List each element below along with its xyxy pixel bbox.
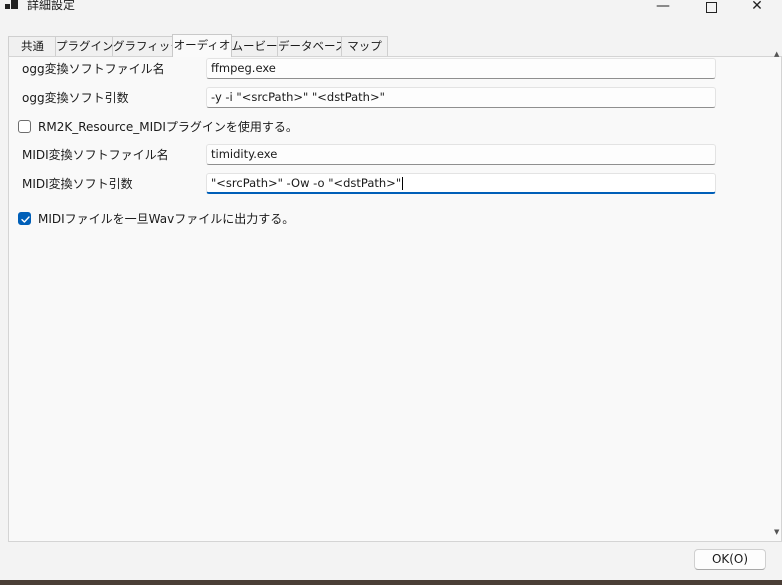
tab-graphic[interactable]: グラフィック xyxy=(112,36,182,57)
midi-args-label: MIDI変換ソフト引数 xyxy=(22,177,133,191)
tab-movie[interactable]: ムービー xyxy=(230,36,279,57)
rm2k-plugin-label[interactable]: RM2K_Resource_MIDIプラグインを使用する。 xyxy=(38,119,298,135)
ogg-exe-field[interactable]: ffmpeg.exe xyxy=(206,58,716,79)
checkmark-icon xyxy=(21,216,30,223)
close-icon: ✕ xyxy=(751,0,763,14)
midi-exe-field[interactable]: timidity.exe xyxy=(206,144,716,165)
app-icon xyxy=(5,0,19,10)
midi-wav-checkbox[interactable] xyxy=(18,212,31,225)
ogg-exe-label: ogg変換ソフトファイル名 xyxy=(22,62,165,76)
ogg-args-field[interactable]: -y -i "<srcPath>" "<dstPath>" xyxy=(206,87,716,108)
vertical-scrollbar[interactable]: ▲ ▼ xyxy=(773,34,782,540)
title-bar[interactable]: 詳細設定 — ✕ xyxy=(0,0,782,22)
window-title: 詳細設定 xyxy=(27,0,76,12)
tab-map[interactable]: マップ xyxy=(341,36,388,57)
ogg-args-label: ogg変換ソフト引数 xyxy=(22,91,129,105)
minimize-icon: — xyxy=(656,0,670,14)
rm2k-plugin-checkbox[interactable] xyxy=(18,120,31,133)
text-caret xyxy=(402,177,404,190)
scroll-down-icon[interactable]: ▼ xyxy=(774,528,779,536)
tab-common[interactable]: 共通 xyxy=(8,36,57,57)
midi-args-value: "<srcPath>" -Ow -o "<dstPath>" xyxy=(211,176,402,190)
midi-args-field[interactable]: "<srcPath>" -Ow -o "<dstPath>" xyxy=(206,173,716,194)
scroll-up-icon[interactable]: ▲ xyxy=(774,50,779,58)
tab-database[interactable]: データベース xyxy=(277,36,346,57)
settings-window: 詳細設定 — ✕ 共通 プラグイン グラフィック オーディオ ムービー データベ… xyxy=(0,0,782,580)
tab-audio[interactable]: オーディオ xyxy=(172,34,232,57)
maximize-button[interactable] xyxy=(688,0,734,18)
close-button[interactable]: ✕ xyxy=(734,0,780,18)
minimize-button[interactable]: — xyxy=(640,0,686,18)
audio-settings-panel: ogg変換ソフトファイル名 ffmpeg.exe ogg変換ソフト引数 -y -… xyxy=(8,56,782,542)
midi-exe-label: MIDI変換ソフトファイル名 xyxy=(22,148,169,162)
midi-wav-label[interactable]: MIDIファイルを一旦Wavファイルに出力する。 xyxy=(38,211,294,227)
tab-plugin[interactable]: プラグイン xyxy=(55,36,114,57)
ok-button[interactable]: OK(O) xyxy=(694,549,766,570)
maximize-icon xyxy=(705,2,717,13)
